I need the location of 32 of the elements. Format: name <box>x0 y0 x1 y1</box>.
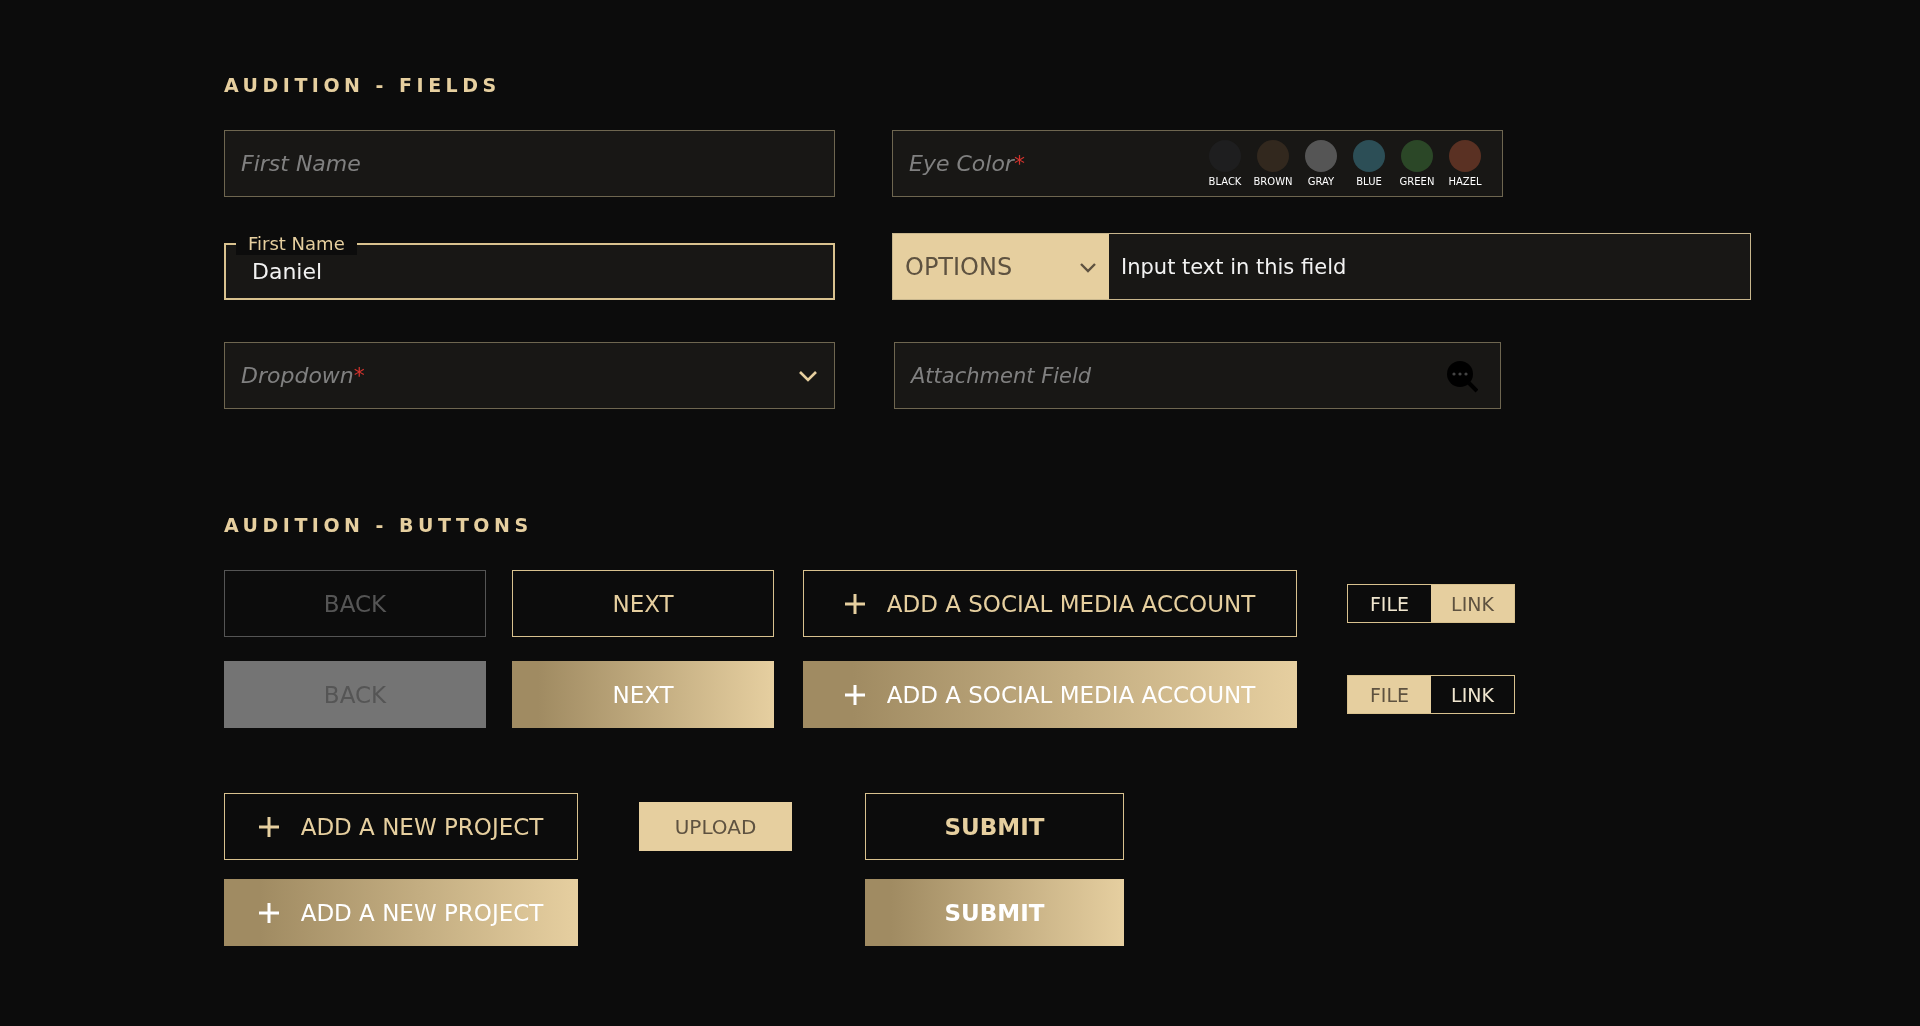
text-field[interactable]: First Name <box>224 130 835 197</box>
section-title: AUDITION - FIELDS <box>224 74 501 96</box>
plus-icon <box>258 902 279 923</box>
color-swatch[interactable] <box>1401 140 1433 172</box>
swatch-label: HAZEL <box>1448 176 1482 187</box>
color-swatch[interactable] <box>1305 140 1337 172</box>
add-button[interactable]: ADD A NEW PROJECT <box>224 793 578 860</box>
attachment-field[interactable]: Attachment Field <box>894 342 1501 409</box>
add-button[interactable]: ADD A SOCIAL MEDIA ACCOUNT <box>803 570 1297 637</box>
swatch-label: BROWN <box>1253 176 1293 187</box>
color-swatch[interactable] <box>1353 140 1385 172</box>
color-swatch[interactable] <box>1449 140 1481 172</box>
dropdown-field[interactable]: Dropdown* <box>224 342 835 409</box>
plus-icon <box>844 684 865 705</box>
upload-button[interactable]: UPLOAD <box>639 802 792 851</box>
plus-icon <box>844 593 865 614</box>
swatch-label: GRAY <box>1307 176 1335 187</box>
color-swatch[interactable] <box>1257 140 1289 172</box>
search-icon[interactable] <box>1444 358 1478 393</box>
swatch-label: GREEN <box>1399 176 1435 187</box>
toggle-option[interactable]: FILE <box>1348 676 1431 713</box>
submit-button[interactable]: SUBMIT <box>865 793 1124 860</box>
placeholder-text: Eye Color* <box>909 151 1025 176</box>
toggle-option[interactable]: LINK <box>1431 585 1514 622</box>
plus-icon <box>258 816 279 837</box>
button[interactable]: NEXT <box>512 570 774 637</box>
field-label: First Name <box>236 233 357 255</box>
swatch-label: BLACK <box>1208 176 1242 187</box>
text-field[interactable]: First Name Daniel <box>224 233 835 300</box>
field-value: Daniel <box>252 259 323 284</box>
swatch-label: BLUE <box>1356 176 1382 187</box>
section-title: AUDITION - BUTTONS <box>224 514 533 536</box>
